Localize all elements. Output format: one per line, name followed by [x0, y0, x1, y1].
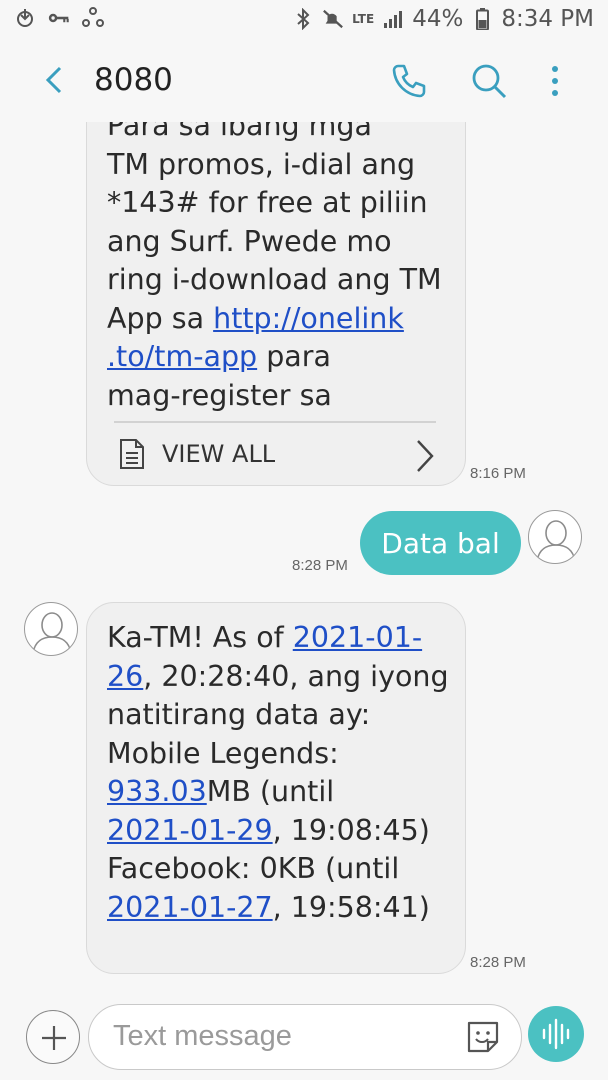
avatar[interactable] [528, 510, 582, 564]
signal-icon [382, 8, 404, 30]
date-link[interactable]: 2021-01-29 [107, 814, 273, 847]
waveform-icon [542, 1018, 570, 1050]
message-timestamp: 8:28 PM [292, 557, 348, 574]
back-arrow-icon [45, 66, 62, 94]
message-timestamp: 8:28 PM [470, 954, 526, 971]
mute-icon [322, 8, 344, 30]
app-bar-overlay: 8080 [0, 40, 608, 122]
message-input-placeholder: Text message [113, 1020, 292, 1052]
avatar[interactable] [24, 602, 78, 656]
battery-percent: 44% [412, 6, 464, 32]
message-timestamp: 8:16 PM [470, 465, 526, 482]
sticker-icon [467, 1021, 499, 1053]
sticker-button[interactable] [466, 1020, 500, 1054]
document-icon [120, 439, 144, 469]
message-input[interactable]: Text message [88, 1004, 522, 1070]
view-all-label: VIEW ALL [162, 440, 276, 468]
battery-icon [471, 8, 493, 30]
more-options-button[interactable] [540, 60, 570, 102]
person-icon [536, 520, 576, 562]
bubble-divider [114, 421, 436, 423]
conversation-title: 8080 [94, 62, 173, 98]
view-all-button[interactable]: VIEW ALL [118, 438, 275, 470]
message-text-part: , 19:58:41) [272, 890, 430, 924]
message-text: Para sa ibang mga TM promos, i-dial ang … [107, 107, 457, 415]
incoming-message-bubble[interactable]: Ka-TM! As of 2021-01- 26, 20:28:40, ang … [86, 602, 466, 974]
network-type-label: LTE [352, 12, 375, 26]
voice-input-button[interactable] [528, 1006, 584, 1062]
search-button[interactable] [468, 60, 510, 102]
key-icon [48, 7, 70, 29]
number-link[interactable]: 933.03 [107, 775, 207, 808]
message-text-part: Ka-TM! As of [107, 621, 293, 654]
bluetooth-icon [292, 8, 314, 30]
sync-icon [82, 7, 104, 29]
clock: 8:34 PM [501, 6, 594, 32]
message-text-part: , 20:28:40, ang iyong natitirang data ay… [107, 659, 449, 770]
more-vertical-icon [552, 66, 558, 96]
person-icon [32, 612, 72, 654]
phone-icon [392, 64, 426, 98]
status-bar: LTE 44% 8:34 PM [0, 0, 608, 40]
back-button[interactable] [36, 60, 76, 100]
date-link[interactable]: 2021-01-27 [107, 891, 273, 924]
outgoing-message-bubble[interactable]: Data bal [360, 511, 521, 575]
plus-icon [42, 1026, 66, 1050]
chevron-right-icon [417, 440, 434, 472]
attach-button[interactable] [26, 1010, 80, 1064]
call-button[interactable] [388, 60, 430, 102]
message-text-part: MB (until [206, 775, 335, 808]
message-text: Data bal [381, 526, 500, 560]
download-icon [14, 7, 36, 29]
search-icon [472, 64, 507, 99]
message-text: Ka-TM! As of 2021-01- 26, 20:28:40, ang … [107, 619, 457, 927]
